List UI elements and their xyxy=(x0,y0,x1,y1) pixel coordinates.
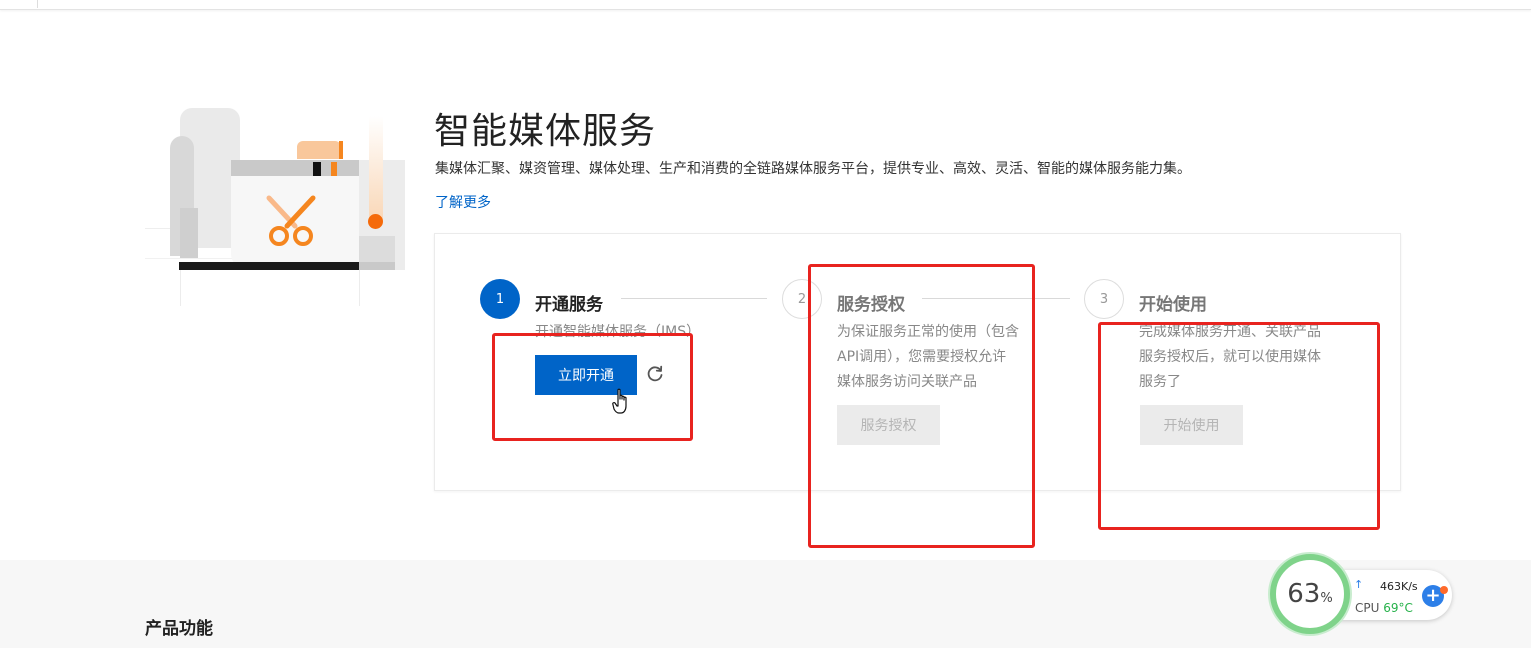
step-1-number: 1 xyxy=(480,279,520,319)
notification-dot xyxy=(1440,586,1448,594)
cpu-temperature: CPU 69°C xyxy=(1355,601,1413,615)
memory-usage-ring: 63% xyxy=(1270,554,1350,634)
annotation-box-step-3 xyxy=(1098,322,1380,530)
page-title: 智能媒体服务 xyxy=(434,111,657,152)
annotation-box-step-2 xyxy=(808,264,1035,548)
step-connector-1 xyxy=(621,298,767,299)
step-1-title: 开通服务 xyxy=(535,295,603,315)
network-speed: 463K/s xyxy=(1380,580,1418,593)
annotation-box-step-1 xyxy=(492,333,693,441)
media-illustration xyxy=(145,108,405,308)
upload-arrow-icon: ↑ xyxy=(1354,578,1364,591)
top-bar xyxy=(0,0,1531,10)
step-3-title: 开始使用 xyxy=(1139,295,1207,315)
learn-more-link[interactable]: 了解更多 xyxy=(435,192,491,212)
features-title: 产品功能 xyxy=(145,619,213,639)
page-description: 集媒体汇聚、媒资管理、媒体处理、生产和消费的全链路媒体服务平台，提供专业、高效、… xyxy=(435,161,1191,177)
scissors-icon xyxy=(266,195,316,246)
top-bar-divider xyxy=(37,0,38,8)
step-3-number: 3 xyxy=(1084,279,1124,319)
